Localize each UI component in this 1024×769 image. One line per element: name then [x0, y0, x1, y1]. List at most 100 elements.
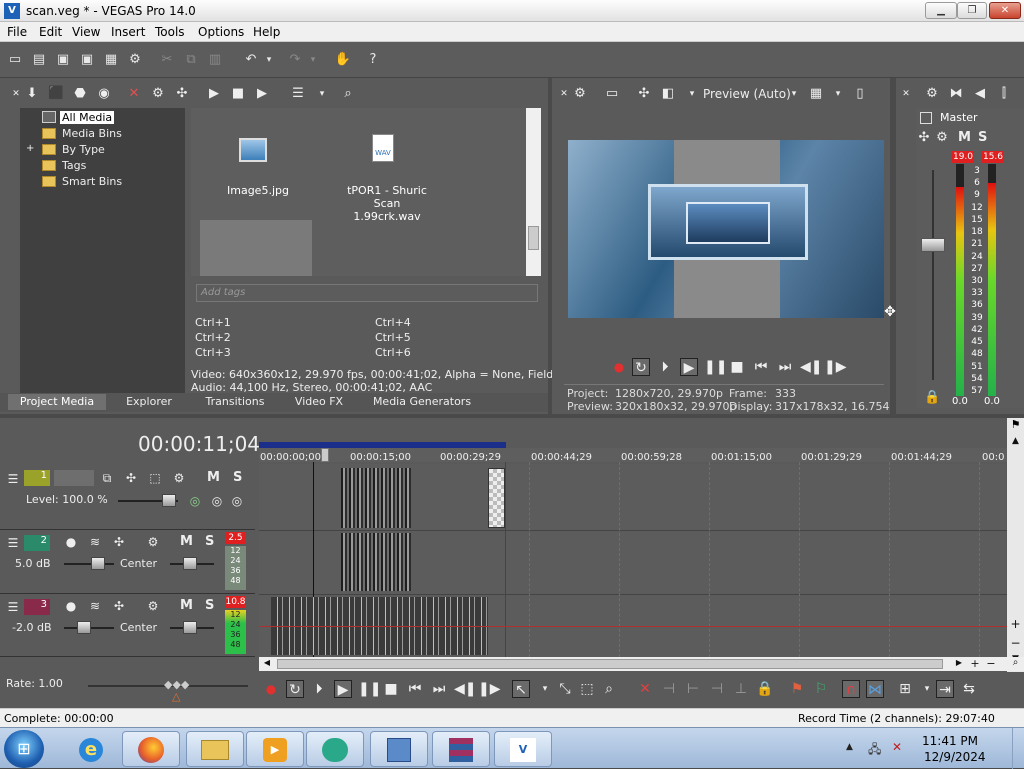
volume-slider-handle[interactable] [77, 621, 91, 634]
lock-icon[interactable]: 🔒 [924, 390, 940, 406]
envelope-tool-icon[interactable]: ⤡ [556, 680, 574, 698]
scroll-left-icon[interactable]: ◀ [261, 658, 273, 670]
scroll-up-icon[interactable]: ▲ [1009, 436, 1022, 452]
mute-button[interactable]: M [180, 534, 193, 549]
maximize-icon[interactable]: ❐ [957, 2, 987, 19]
copy-icon[interactable]: ⧉ [182, 51, 200, 69]
trim-start-icon[interactable]: ⊢ [684, 680, 702, 698]
get-media-icon[interactable]: ⬣ [72, 86, 88, 102]
app-icon[interactable] [306, 731, 364, 767]
scroll-right-icon[interactable]: ▶ [953, 658, 965, 670]
tab-project-media[interactable]: Project Media [8, 394, 106, 410]
volume-slider-handle[interactable] [91, 557, 105, 570]
go-to-end-icon[interactable]: ⏭ [430, 680, 448, 698]
show-hidden-icons[interactable]: ▲ [846, 742, 853, 752]
web-icon[interactable]: ◉ [96, 86, 112, 102]
file-name-wav[interactable]: tPOR1 - Shuric Scan 1.99crk.wav [337, 184, 437, 223]
grid-icon[interactable]: ▦ [808, 86, 824, 102]
normal-edit-tool-icon[interactable]: ↖ [512, 680, 530, 698]
stop-icon[interactable]: ■ [230, 86, 246, 102]
stop-icon[interactable]: ■ [728, 358, 746, 376]
close-icon[interactable]: ✕ [989, 2, 1021, 19]
tree-item-all-media[interactable]: All Media [60, 111, 115, 124]
undo-icon[interactable]: ↶ [242, 51, 260, 69]
track-header-2[interactable]: ☰ 2 ● ≋ ✣ ⚙ M S 2.5 12 24 36 48 5.0 dB C… [0, 530, 255, 594]
image-thumbnail-icon[interactable] [239, 138, 267, 162]
stop-icon[interactable]: ■ [382, 680, 400, 698]
track-fx-icon[interactable]: ✣ [112, 599, 126, 613]
track-motion-icon[interactable]: ✣ [124, 471, 138, 485]
track-header-3[interactable]: ☰ 3 ● ≋ ✣ ⚙ M S 10.8 12 24 36 48 -2.0 dB… [0, 594, 255, 657]
composite-child-icon[interactable]: ◎ [210, 494, 224, 508]
network-icon[interactable]: 🖧 [868, 740, 881, 761]
master-settings-icon[interactable]: ⚙ [924, 86, 940, 102]
scrollbar-thumb[interactable] [277, 659, 943, 669]
cut-icon[interactable]: ✂ [158, 51, 176, 69]
remove-icon[interactable]: ✕ [126, 86, 142, 102]
speaker-icon[interactable]: ◀ [972, 86, 988, 102]
play-icon[interactable]: ▶ [680, 358, 698, 376]
preview-properties-icon[interactable]: ⚙ [572, 86, 588, 102]
play-from-start-icon[interactable]: ⏵ [656, 358, 674, 376]
undo-dropdown-icon[interactable]: ▾ [264, 51, 274, 69]
play-icon[interactable]: ▶ [334, 680, 352, 698]
master-toggle-icon[interactable] [920, 112, 932, 124]
playhead-marker[interactable] [321, 448, 329, 462]
volume-muted-icon[interactable]: ✕ [892, 740, 902, 754]
collapse-icon[interactable]: ☰ [6, 600, 20, 614]
show-desktop-button[interactable] [1012, 728, 1024, 769]
pause-icon[interactable]: ❚❚ [358, 680, 381, 698]
composite-icon[interactable]: ◎ [188, 494, 202, 508]
trim-icon[interactable]: ⊣ [660, 680, 678, 698]
minimize-icon[interactable]: ▁ [925, 2, 957, 19]
search-icon[interactable]: ⌕ [340, 86, 356, 102]
menu-edit[interactable]: Edit [39, 25, 62, 39]
auto-preview-icon[interactable]: ▶ [254, 86, 270, 102]
copy-snapshot-icon[interactable]: ▯ [852, 86, 868, 102]
quality-dropdown-icon[interactable]: ▾ [786, 86, 802, 102]
ignore-event-grouping-icon[interactable]: ⇆ [960, 680, 978, 698]
add-tags-input[interactable]: Add tags [196, 284, 538, 302]
previous-frame-icon[interactable]: ◀❚ [800, 358, 823, 376]
wav-file-icon[interactable]: WAV [372, 134, 394, 162]
media-player-icon[interactable]: ▶ [246, 731, 304, 767]
marker-flag-icon[interactable]: ⚑ [1007, 418, 1024, 434]
tab-video-fx[interactable]: Video FX [288, 394, 350, 410]
next-frame-icon[interactable]: ❚▶ [478, 680, 501, 698]
help-icon[interactable]: ? [364, 51, 382, 69]
views-icon[interactable]: ☰ [290, 86, 306, 102]
firefox-icon[interactable] [122, 731, 180, 767]
timeline-horizontal-scrollbar[interactable]: ◀ ▶ + − [259, 657, 1007, 671]
master-properties-icon[interactable]: ⚙ [934, 130, 950, 146]
level-slider-handle[interactable] [162, 494, 176, 507]
video-clip[interactable] [341, 468, 411, 528]
tree-item-smart-bins[interactable]: Smart Bins [62, 175, 122, 188]
lock-icon[interactable]: 🔒 [756, 680, 774, 698]
insert-region-icon[interactable]: ⚐ [812, 680, 830, 698]
menu-insert[interactable]: Insert [111, 25, 145, 39]
audio-clip[interactable] [341, 533, 411, 591]
collapse-icon[interactable]: ☰ [6, 536, 20, 550]
trim-end-icon[interactable]: ⊣ [708, 680, 726, 698]
insert-marker-icon[interactable]: ⚑ [788, 680, 806, 698]
solo-button[interactable]: S [233, 470, 242, 485]
timeline-vertical-scrollbar[interactable]: ⚑ ▲ + − ▼ [1007, 418, 1024, 672]
record-icon[interactable]: ● [262, 680, 280, 698]
mute-button[interactable]: M [180, 598, 193, 613]
menu-tools[interactable]: Tools [155, 25, 185, 39]
menu-options[interactable]: Options [198, 25, 244, 39]
play-from-start-icon[interactable]: ⏵ [310, 680, 328, 698]
go-to-start-icon[interactable]: ⏮ [752, 358, 770, 376]
winrar-icon[interactable] [432, 731, 490, 767]
expand-icon[interactable]: + [26, 143, 34, 154]
selection-tool-icon[interactable]: ⬚ [578, 680, 596, 698]
panel-close-icon[interactable]: ✕ [8, 86, 24, 102]
capture-video-icon[interactable]: ⬛ [48, 86, 64, 102]
mixer-icon[interactable]: ⫿ [996, 86, 1012, 102]
invert-phase-icon[interactable]: ≋ [88, 535, 102, 549]
external-monitor-icon[interactable]: ▭ [604, 86, 620, 102]
render-as-icon[interactable]: ▦ [102, 51, 120, 69]
split-icon[interactable]: ⊥ [732, 680, 750, 698]
ripple-dropdown-icon[interactable]: ▾ [918, 680, 936, 698]
tab-media-generators[interactable]: Media Generators [364, 394, 480, 410]
